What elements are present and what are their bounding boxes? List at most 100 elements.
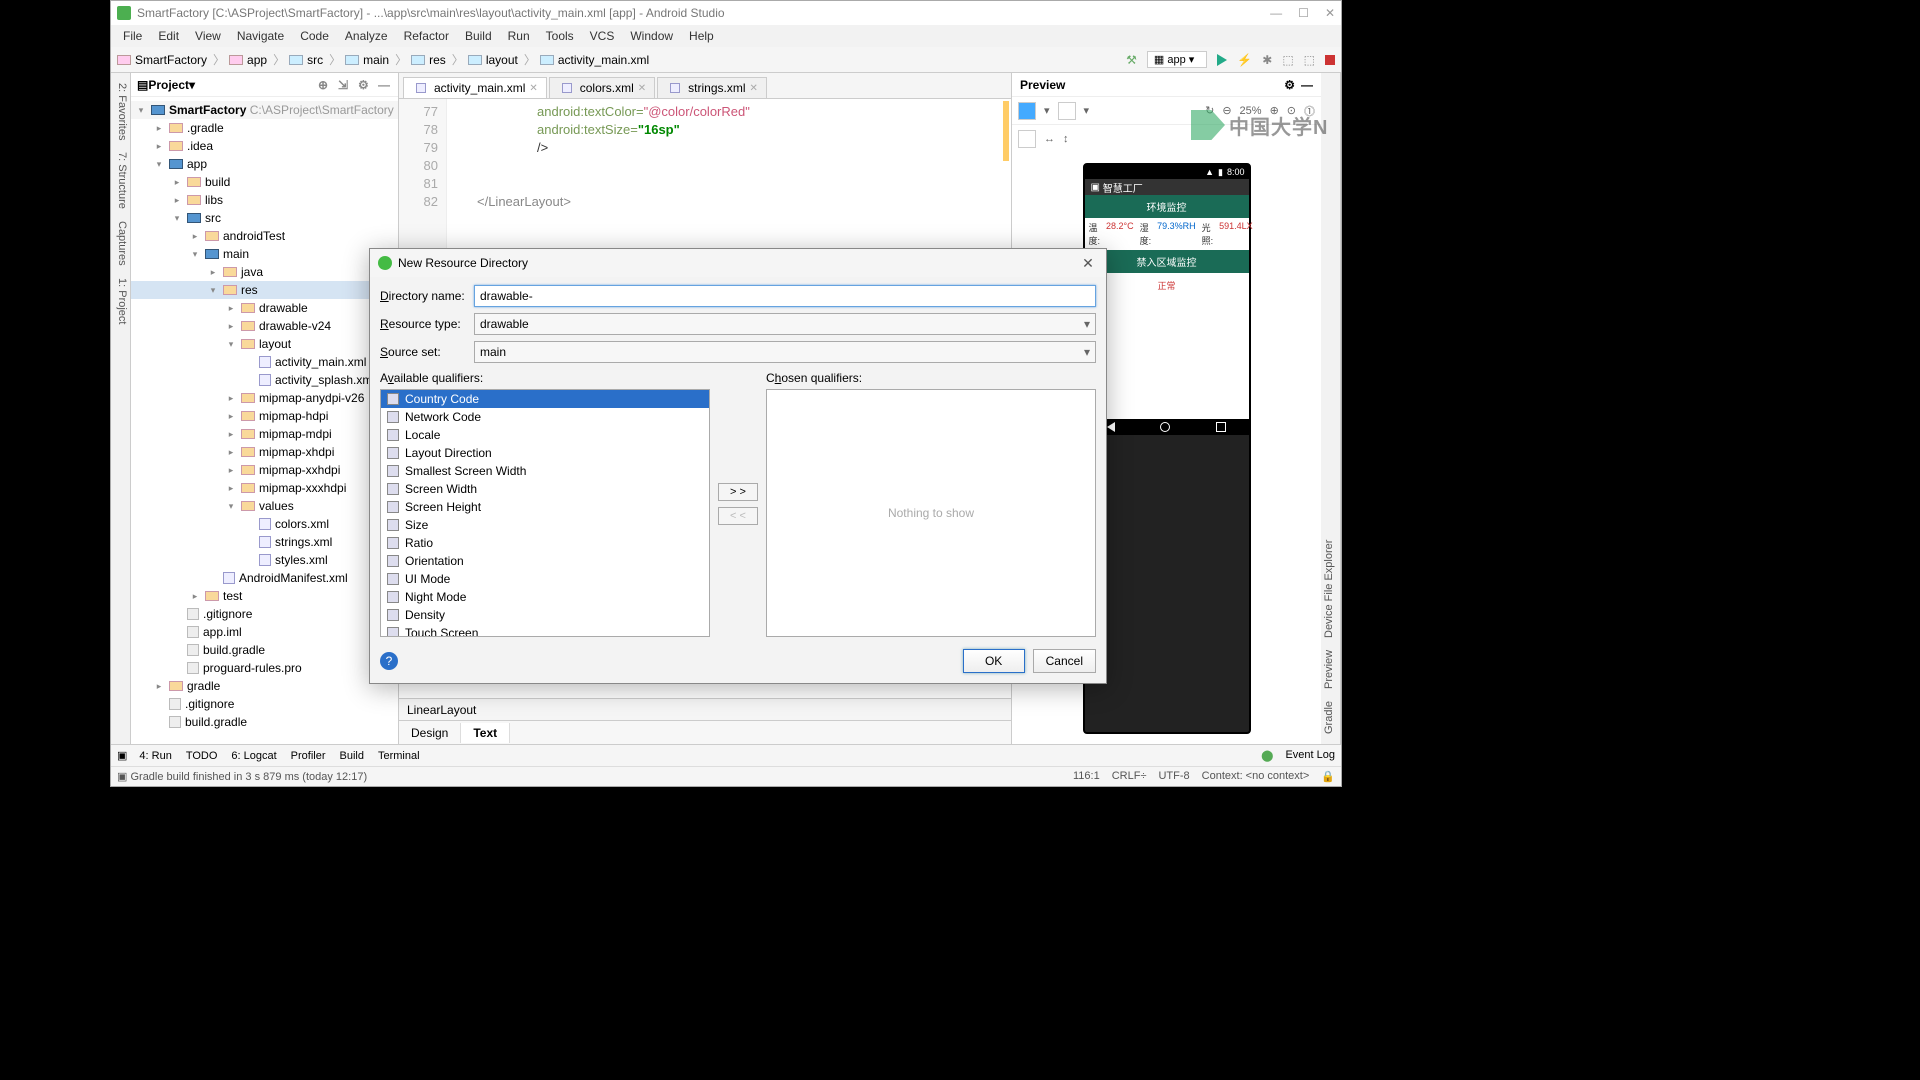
breadcrumb-item[interactable]: app xyxy=(229,53,267,67)
bottom-tool-button[interactable]: TODO xyxy=(186,750,218,762)
preview-settings-icon[interactable]: ⚙ xyxy=(1284,78,1295,92)
bottom-tool-button[interactable]: 4: Run xyxy=(139,750,171,762)
zoom-out-icon[interactable]: ⊖ xyxy=(1222,104,1231,117)
tool-tab[interactable]: Gradle xyxy=(1323,701,1338,734)
menu-tools[interactable]: Tools xyxy=(538,29,582,43)
tool-tab[interactable]: Preview xyxy=(1323,650,1338,689)
tree-item[interactable]: activity_splash.xml xyxy=(131,371,398,389)
tree-item[interactable]: .gitignore xyxy=(131,695,398,713)
qualifier-item[interactable]: Size xyxy=(381,516,709,534)
debug-icon[interactable]: ✱ xyxy=(1262,53,1272,67)
tree-item[interactable]: proguard-rules.pro xyxy=(131,659,398,677)
directory-name-input[interactable] xyxy=(474,285,1096,307)
dialog-close-icon[interactable]: ✕ xyxy=(1078,255,1098,272)
refresh-icon[interactable]: ↻ xyxy=(1205,104,1214,117)
tree-item[interactable]: build.gradle xyxy=(131,713,398,731)
editor-mode-tab[interactable]: Design xyxy=(399,723,461,743)
project-tree[interactable]: ▾SmartFactory C:\ASProject\SmartFactory▸… xyxy=(131,97,398,744)
qualifier-item[interactable]: Screen Height xyxy=(381,498,709,516)
qualifier-item[interactable]: Smallest Screen Width xyxy=(381,462,709,480)
tool-tab[interactable]: Captures xyxy=(113,221,128,266)
event-log-button[interactable]: Event Log xyxy=(1285,749,1335,762)
bottom-tool-button[interactable]: Build xyxy=(340,750,364,762)
tree-item[interactable]: strings.xml xyxy=(131,533,398,551)
tree-item[interactable]: styles.xml xyxy=(131,551,398,569)
qualifier-item[interactable]: Layout Direction xyxy=(381,444,709,462)
tree-item[interactable]: ▸build xyxy=(131,173,398,191)
zoom-fit-icon[interactable]: ⊙ xyxy=(1287,104,1296,117)
bottom-tool-button[interactable]: Terminal xyxy=(378,750,420,762)
surface-icon[interactable] xyxy=(1018,102,1036,120)
window-minimize-icon[interactable]: — xyxy=(1270,6,1282,20)
tree-item[interactable]: ▸.idea xyxy=(131,137,398,155)
run-button[interactable] xyxy=(1217,54,1227,66)
qualifier-item[interactable]: Network Code xyxy=(381,408,709,426)
scroll-from-source-icon[interactable]: ⊕ xyxy=(318,78,332,92)
menu-build[interactable]: Build xyxy=(457,29,500,43)
breadcrumb-item[interactable]: layout xyxy=(468,53,518,67)
tree-item[interactable]: colors.xml xyxy=(131,515,398,533)
editor-tab[interactable]: strings.xml✕ xyxy=(657,77,767,98)
breadcrumb-item[interactable]: main xyxy=(345,53,389,67)
tree-item[interactable]: ▸mipmap-xhdpi xyxy=(131,443,398,461)
tree-item[interactable]: ▸test xyxy=(131,587,398,605)
menu-run[interactable]: Run xyxy=(500,29,538,43)
orientation-icon[interactable] xyxy=(1058,102,1076,120)
chosen-qualifiers-list[interactable]: Nothing to show xyxy=(766,389,1096,637)
breadcrumb-item[interactable]: res xyxy=(411,53,446,67)
stop-button[interactable] xyxy=(1325,55,1335,65)
tool-tab[interactable]: 1: Project xyxy=(113,278,128,324)
available-qualifiers-list[interactable]: Country CodeNetwork CodeLocaleLayout Dir… xyxy=(380,389,710,637)
lock-icon[interactable]: 🔒 xyxy=(1321,770,1335,783)
qualifier-item[interactable]: Touch Screen xyxy=(381,624,709,637)
tree-item[interactable]: .gitignore xyxy=(131,605,398,623)
menu-vcs[interactable]: VCS xyxy=(582,29,623,43)
menu-refactor[interactable]: Refactor xyxy=(396,29,457,43)
build-hammer-icon[interactable]: ⚒ xyxy=(1126,53,1137,67)
breadcrumb-item[interactable]: activity_main.xml xyxy=(540,53,649,67)
tree-item[interactable]: ▸drawable xyxy=(131,299,398,317)
window-maximize-icon[interactable]: ☐ xyxy=(1298,6,1309,20)
tree-item[interactable]: ▸.gradle xyxy=(131,119,398,137)
menu-edit[interactable]: Edit xyxy=(150,29,187,43)
tree-item[interactable]: ▸gradle xyxy=(131,677,398,695)
tree-item[interactable]: ▸mipmap-hdpi xyxy=(131,407,398,425)
editor-tab[interactable]: colors.xml✕ xyxy=(549,77,655,98)
tree-item[interactable]: ▸java xyxy=(131,263,398,281)
tree-item[interactable]: build.gradle xyxy=(131,641,398,659)
tree-item[interactable]: ▸mipmap-anydpi-v26 xyxy=(131,389,398,407)
bottom-tool-button[interactable]: 6: Logcat xyxy=(231,750,276,762)
settings-icon[interactable]: ⚙ xyxy=(358,78,372,92)
tree-item[interactable]: ▾src xyxy=(131,209,398,227)
qualifier-item[interactable]: Night Mode xyxy=(381,588,709,606)
editor-mode-tab[interactable]: Text xyxy=(461,723,510,743)
tree-item[interactable]: ▾layout xyxy=(131,335,398,353)
tree-item[interactable]: ▾main xyxy=(131,245,398,263)
tool-tab[interactable]: 7: Structure xyxy=(113,152,128,209)
zoom-in-icon[interactable]: ⊕ xyxy=(1270,104,1279,117)
menu-window[interactable]: Window xyxy=(622,29,681,43)
menu-file[interactable]: File xyxy=(115,29,150,43)
tree-root[interactable]: ▾SmartFactory C:\ASProject\SmartFactory xyxy=(131,101,398,119)
tree-item[interactable]: ▸drawable-v24 xyxy=(131,317,398,335)
cancel-button[interactable]: Cancel xyxy=(1033,649,1096,673)
tool-tab[interactable]: 2: Favorites xyxy=(113,83,128,140)
menu-analyze[interactable]: Analyze xyxy=(337,29,396,43)
resource-type-select[interactable] xyxy=(474,313,1096,335)
tool-window-toggle-icon[interactable]: ▣ xyxy=(117,749,127,762)
tree-item[interactable]: ▸mipmap-xxxhdpi xyxy=(131,479,398,497)
qualifier-item[interactable]: Orientation xyxy=(381,552,709,570)
tree-item[interactable]: ▾values xyxy=(131,497,398,515)
breadcrumb-item[interactable]: src xyxy=(289,53,323,67)
tree-item[interactable]: ▸mipmap-xxhdpi xyxy=(131,461,398,479)
breadcrumb-item[interactable]: SmartFactory xyxy=(117,53,207,67)
qualifier-item[interactable]: Country Code xyxy=(381,390,709,408)
expand-vert-icon[interactable]: ↕ xyxy=(1063,133,1069,145)
warnings-icon[interactable]: ⓵ xyxy=(1304,103,1315,119)
attach-debugger-icon[interactable]: ⬚ xyxy=(1304,53,1315,67)
tree-item[interactable]: ▾res xyxy=(131,281,398,299)
tree-item[interactable]: AndroidManifest.xml xyxy=(131,569,398,587)
menu-help[interactable]: Help xyxy=(681,29,722,43)
run-configuration-selector[interactable]: ▦ app ▾ xyxy=(1147,51,1207,68)
qualifier-item[interactable]: Ratio xyxy=(381,534,709,552)
